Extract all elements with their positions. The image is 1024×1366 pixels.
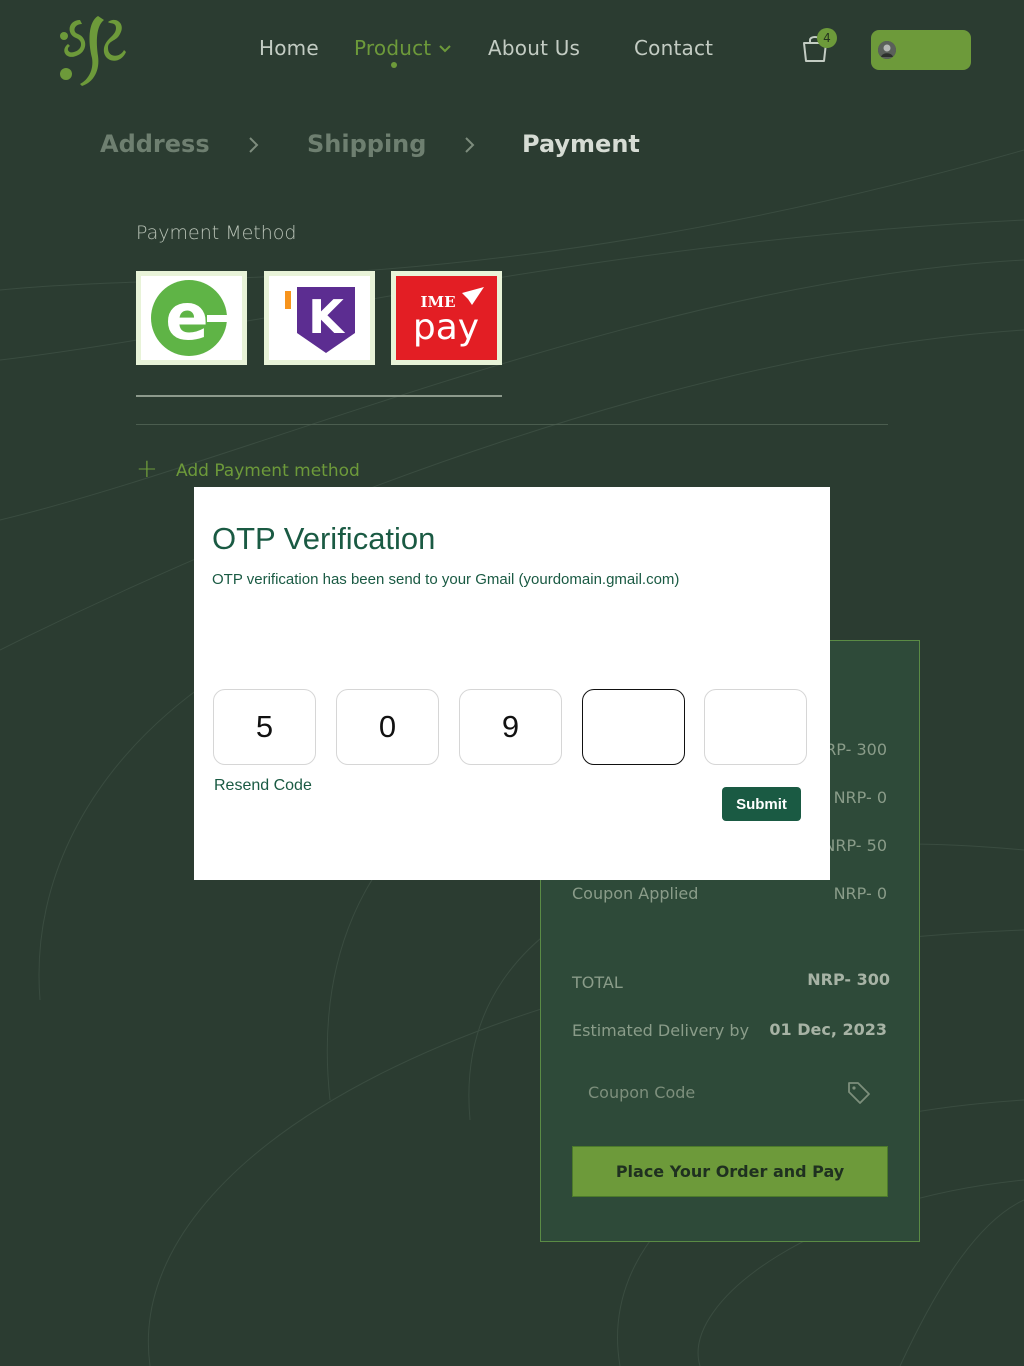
brand-logo[interactable] <box>58 12 130 88</box>
svg-text:K: K <box>308 290 346 344</box>
svg-text:e: e <box>165 281 208 355</box>
tag-icon[interactable] <box>846 1080 872 1106</box>
step-payment[interactable]: Payment <box>522 130 640 158</box>
payment-option-khalti[interactable]: K <box>264 271 375 365</box>
modal-subtitle: OTP verification has been send to your G… <box>212 571 680 588</box>
coupon-applied-label: Coupon Applied <box>572 884 699 903</box>
delivery-label: Estimated Delivery by <box>572 1021 750 1040</box>
section-divider <box>136 424 888 425</box>
avatar[interactable] <box>878 41 896 59</box>
step-address[interactable]: Address <box>100 130 210 158</box>
chevron-down-icon[interactable] <box>438 44 452 54</box>
total-label: TOTAL <box>572 973 623 992</box>
modal-title: OTP Verification <box>212 521 436 556</box>
nav-product[interactable]: Product <box>354 36 431 60</box>
payment-option-imepay[interactable]: IME pay <box>391 271 502 365</box>
cart-count-badge: 4 <box>817 28 837 48</box>
submit-button[interactable]: Submit <box>722 787 801 821</box>
nav-home[interactable]: Home <box>259 36 319 60</box>
svg-text:pay: pay <box>412 307 478 348</box>
coupon-applied-value: NRP- 0 <box>833 884 887 903</box>
otp-digit-3[interactable]: 9 <box>459 689 562 765</box>
otp-digit-1[interactable]: 5 <box>213 689 316 765</box>
coupon-code-input[interactable]: Coupon Code <box>588 1083 695 1102</box>
place-order-button[interactable]: Place Your Order and Pay <box>572 1146 888 1197</box>
payment-methods-underline <box>136 395 502 397</box>
payment-option-esewa[interactable]: e <box>136 271 247 365</box>
chevron-right-icon <box>249 137 259 153</box>
imepay-logo-icon: IME pay <box>412 287 484 348</box>
chevron-right-icon <box>465 137 475 153</box>
nav-contact[interactable]: Contact <box>634 36 713 60</box>
otp-digit-2[interactable]: 0 <box>336 689 439 765</box>
nav-about[interactable]: About Us <box>488 36 580 60</box>
esewa-logo-icon: e <box>150 280 229 356</box>
payment-method-label: Payment Method <box>136 222 297 244</box>
khalti-logo-icon: K <box>284 287 355 353</box>
otp-digit-4[interactable] <box>582 689 685 765</box>
total-value: NRP- 300 <box>807 970 890 989</box>
add-payment-method-label: Add Payment method <box>176 461 360 481</box>
otp-verification-modal: OTP Verification OTP verification has be… <box>194 487 830 880</box>
step-shipping[interactable]: Shipping <box>307 130 426 158</box>
active-nav-indicator <box>391 62 397 68</box>
resend-code-link[interactable]: Resend Code <box>214 777 312 795</box>
otp-digit-5[interactable] <box>704 689 807 765</box>
plus-icon: + <box>136 454 158 484</box>
delivery-date: 01 Dec, 2023 <box>769 1020 887 1039</box>
